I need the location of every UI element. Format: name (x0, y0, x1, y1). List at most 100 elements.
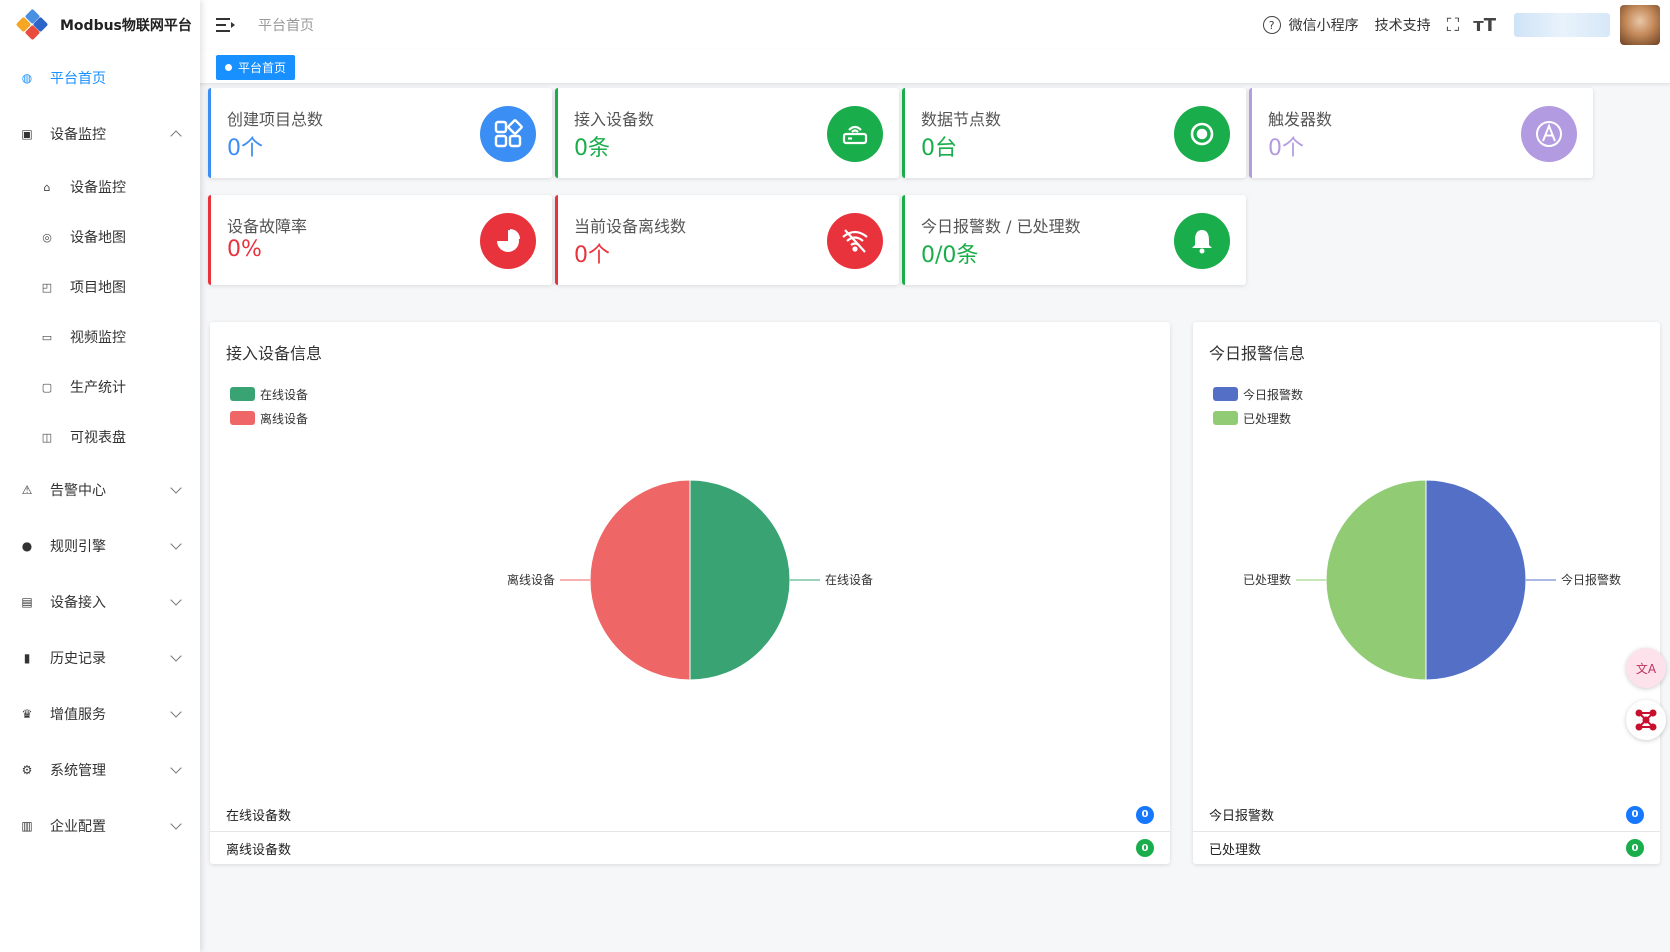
chevron-down-icon (170, 538, 182, 550)
stat-label: 创建项目总数 (227, 110, 324, 129)
server-icon: ▤ (21, 595, 33, 609)
stat-card-0[interactable]: 创建项目总数 0个 (208, 88, 552, 178)
stat-label: 设备故障率 (227, 217, 308, 236)
stat-value: 0个 (1268, 136, 1304, 161)
tags-bar: 平台首页 (200, 50, 1670, 84)
node-icon (1174, 106, 1230, 162)
sidebar-item-6[interactable]: ♛ 增值服务 (0, 686, 200, 742)
wechat-miniprogram-link[interactable]: 微信小程序 (1289, 15, 1359, 35)
wifi-off-icon (827, 213, 883, 269)
sidebar-subitem-4[interactable]: ▢ 生产统计 (0, 362, 200, 412)
pie-slice[interactable] (689, 479, 791, 681)
help-icon[interactable]: ? (1262, 16, 1281, 34)
sidebar-item-5[interactable]: ▮ 历史记录 (0, 630, 200, 686)
tech-support-link[interactable]: 技术支持 (1375, 15, 1431, 35)
top-header: 平台首页 ? 微信小程序 技术支持 ⛶ ᴛT (200, 0, 1670, 50)
sidebar-item-0[interactable]: ◍ 平台首页 (0, 50, 200, 106)
chevron-down-icon (170, 706, 182, 718)
font-size-icon[interactable]: ᴛT (1473, 15, 1496, 36)
stat-value: 0个 (574, 243, 610, 268)
sidebar-subitem-1[interactable]: ◎ 设备地图 (0, 212, 200, 262)
sidebar-item-label: 平台首页 (50, 71, 106, 87)
pie-slice[interactable] (589, 479, 691, 681)
sidebar-item-7[interactable]: ⚙ 系统管理 (0, 742, 200, 798)
chevron-down-icon (170, 650, 182, 662)
gear-icon: ⚙ (21, 763, 33, 777)
project-map-icon: ◰ (41, 280, 53, 294)
alarm-info-panel: 今日报警信息 今日报警数 已处理数 今日报警数 已处理数 今日报警数 0 已处理数 … (1193, 322, 1660, 864)
chevron-down-icon (170, 762, 182, 774)
sidebar-item-label: 企业配置 (50, 819, 106, 835)
header-actions: ? 微信小程序 技术支持 ⛶ ᴛT (1262, 0, 1670, 50)
dashboard-icon: ◍ (21, 71, 33, 85)
sidebar-item-label: 规则引擎 (50, 539, 106, 555)
stat-value: 0条 (574, 136, 610, 161)
video-icon: ▭ (41, 330, 53, 344)
alarm-count-label: 今日报警数 (1209, 809, 1275, 824)
tab-home[interactable]: 平台首页 (216, 55, 296, 80)
pie-slice[interactable] (1425, 479, 1527, 681)
rule-icon: ● (21, 539, 33, 553)
sidebar-nav: ◍ 平台首页 ▣ 设备监控 ⌂ 设备监控 ◎ 设备地图 ◰ 项目地图 ▭ 视频监控 ▢ 生产统计 ◫ 可视表盘… (0, 50, 200, 854)
network-graph-icon[interactable] (1626, 700, 1666, 740)
active-dot-icon (225, 64, 232, 71)
online-count-badge: 0 (1136, 805, 1154, 824)
sidebar-subitem-5[interactable]: ◫ 可视表盘 (0, 412, 200, 462)
pie-label: 今日报警数 (1561, 572, 1621, 587)
stat-label: 接入设备数 (574, 110, 655, 129)
map-pin-icon: ◎ (42, 230, 52, 244)
pie-slice[interactable] (1325, 479, 1427, 681)
stat-value: 0% (227, 237, 262, 262)
stat-label: 触发器数 (1268, 110, 1333, 129)
trigger-icon (1521, 106, 1577, 162)
sidebar-subitem-label: 项目地图 (70, 280, 126, 296)
alarm-count-row: 今日报警数 0 (1193, 798, 1660, 831)
sidebar-item-2[interactable]: ⚠ 告警中心 (0, 462, 200, 518)
logo[interactable]: Modbus物联网平台 (0, 0, 200, 50)
sidebar-item-3[interactable]: ● 规则引擎 (0, 518, 200, 574)
device-pie-chart: 在线设备 离线设备 (507, 479, 873, 681)
username[interactable] (1514, 13, 1610, 37)
sidebar-item-label: 增值服务 (50, 707, 106, 723)
pie-icon (480, 213, 536, 269)
apps-icon (480, 106, 536, 162)
sidebar-item-label: 设备接入 (50, 595, 106, 611)
sidebar-subitem-3[interactable]: ▭ 视频监控 (0, 312, 200, 362)
stat-card-1[interactable]: 接入设备数 0条 (555, 88, 899, 178)
handled-count-label: 已处理数 (1209, 842, 1262, 858)
router-icon (827, 106, 883, 162)
stat-card-6[interactable]: 今日报警数 / 已处理数 0/0条 (902, 195, 1246, 285)
sidebar-subitem-2[interactable]: ◰ 项目地图 (0, 262, 200, 312)
stat-card-3[interactable]: 触发器数 0个 (1249, 88, 1593, 178)
fullscreen-icon[interactable]: ⛶ (1447, 15, 1460, 36)
offline-count-row: 离线设备数 0 (210, 831, 1170, 864)
pie-label: 在线设备 (825, 573, 873, 587)
sidebar-item-8[interactable]: ▥ 企业配置 (0, 798, 200, 854)
pie-label: 离线设备 (507, 572, 555, 587)
sidebar-item-1[interactable]: ▣ 设备监控 (0, 106, 200, 162)
bell-icon (1174, 213, 1230, 269)
sidebar-subitem-label: 生产统计 (70, 380, 126, 396)
sidebar-item-label: 系统管理 (50, 763, 106, 779)
online-count-label: 在线设备数 (226, 809, 292, 824)
translate-icon[interactable]: 文A (1626, 648, 1666, 688)
app-title: Modbus物联网平台 (60, 18, 192, 34)
chevron-down-icon (170, 482, 182, 494)
menu-toggle-icon[interactable] (216, 18, 235, 32)
screen-icon: ▢ (41, 380, 53, 394)
sidebar-subitem-label: 可视表盘 (70, 430, 126, 446)
avatar[interactable] (1620, 5, 1660, 45)
alarm-pie-chart: 今日报警数 已处理数 (1243, 479, 1621, 681)
sidebar: Modbus物联网平台 ◍ 平台首页 ▣ 设备监控 ⌂ 设备监控 ◎ 设备地图 ◰ 项目地图 ▭ 视频… (0, 0, 200, 952)
stat-card-4[interactable]: 设备故障率 0% (208, 195, 552, 285)
sidebar-subitem-0[interactable]: ⌂ 设备监控 (0, 162, 200, 212)
monitor-icon: ▣ (21, 127, 33, 141)
sidebar-item-label: 设备监控 (50, 127, 106, 143)
stat-card-5[interactable]: 当前设备离线数 0个 (555, 195, 899, 285)
alarm-count-badge: 0 (1626, 805, 1644, 824)
sidebar-subitem-label: 视频监控 (70, 330, 126, 346)
building-icon: ▥ (21, 819, 33, 833)
breadcrumb[interactable]: 平台首页 (258, 15, 314, 35)
stat-card-2[interactable]: 数据节点数 0台 (902, 88, 1246, 178)
sidebar-item-4[interactable]: ▤ 设备接入 (0, 574, 200, 630)
